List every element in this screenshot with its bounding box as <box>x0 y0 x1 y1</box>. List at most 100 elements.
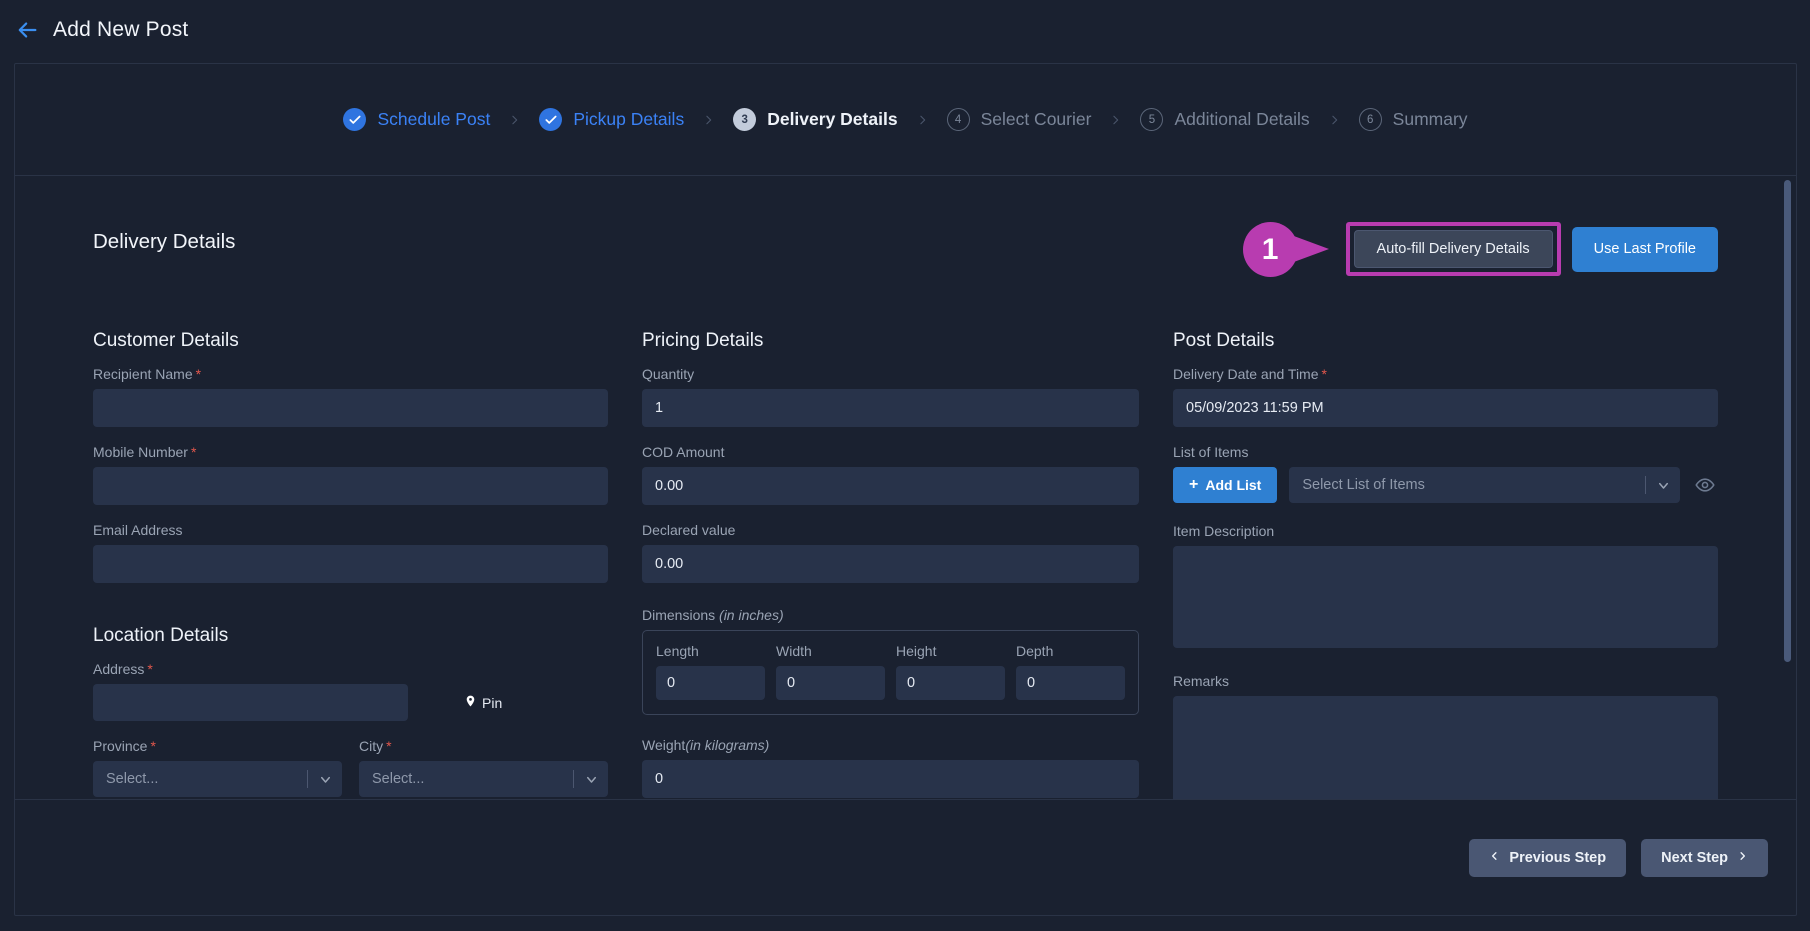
field-remarks: Remarks <box>1173 673 1718 799</box>
dimension-depth: Depth <box>1016 643 1125 700</box>
next-step-button[interactable]: Next Step <box>1641 839 1768 877</box>
step-label: Schedule Post <box>377 109 491 129</box>
list-of-items-row: + Add List Select List of Items <box>1173 467 1718 503</box>
required-marker: * <box>150 738 156 754</box>
height-label: Height <box>896 643 937 659</box>
delivery-datetime-label: Delivery Date and Time * <box>1173 366 1327 382</box>
declared-value-input[interactable] <box>642 545 1139 583</box>
step-summary[interactable]: 6 Summary <box>1358 108 1468 131</box>
city-select[interactable]: Select... <box>359 761 608 797</box>
delivery-datetime-input[interactable] <box>1173 389 1718 427</box>
step-delivery-details[interactable]: 3 Delivery Details <box>733 108 898 131</box>
recipient-name-input[interactable] <box>93 389 608 427</box>
check-circle-icon <box>343 108 367 131</box>
field-weight: Weight(in kilograms) <box>642 737 1139 798</box>
step-label: Summary <box>1392 109 1468 129</box>
form-content: Delivery Details 1 Auto-fill Delivery De… <box>15 176 1796 799</box>
cod-amount-input[interactable] <box>642 467 1139 505</box>
field-recipient-name: Recipient Name * <box>93 366 608 427</box>
width-input[interactable] <box>776 666 885 700</box>
step-schedule-post[interactable]: Schedule Post <box>343 108 490 131</box>
wizard-footer: Previous Step Next Step <box>15 800 1796 915</box>
field-dimensions: Dimensions (in inches) Length Width <box>642 607 1139 715</box>
step-label: Additional Details <box>1174 109 1310 129</box>
field-mobile-number: Mobile Number * <box>93 444 608 505</box>
length-input[interactable] <box>656 666 765 700</box>
form-columns: Customer Details Recipient Name * Mobile … <box>93 330 1718 799</box>
eye-icon[interactable] <box>1692 472 1718 498</box>
callout-marker: 1 <box>1242 220 1339 278</box>
chevron-right-icon <box>1109 111 1122 129</box>
dimension-height: Height <box>896 643 1005 700</box>
chevron-right-icon <box>1328 111 1341 129</box>
quantity-input[interactable] <box>642 389 1139 427</box>
field-declared-value: Declared value <box>642 522 1139 583</box>
section-heading: Delivery Details <box>93 230 236 253</box>
add-list-label: Add List <box>1205 477 1262 493</box>
item-description-textarea[interactable] <box>1173 546 1718 648</box>
dimensions-group: Length Width Height <box>642 630 1139 715</box>
chevron-right-icon <box>702 111 715 129</box>
post-details-heading: Post Details <box>1173 330 1275 351</box>
chevron-down-icon <box>308 772 342 787</box>
back-arrow-icon[interactable] <box>14 16 42 44</box>
mobile-number-label: Mobile Number * <box>93 444 197 460</box>
depth-input[interactable] <box>1016 666 1125 700</box>
required-marker: * <box>1321 366 1327 382</box>
add-list-button[interactable]: + Add List <box>1173 467 1278 503</box>
city-label: City * <box>359 738 392 754</box>
use-last-profile-button[interactable]: Use Last Profile <box>1571 226 1718 272</box>
post-details-column: Post Details Delivery Date and Time* Lis… <box>1173 330 1718 799</box>
select-list-of-items-dropdown[interactable]: Select List of Items <box>1289 467 1680 503</box>
step-label: Pickup Details <box>573 109 685 129</box>
map-pin-icon <box>464 693 477 712</box>
step-pickup-details[interactable]: Pickup Details <box>539 108 684 131</box>
depth-label: Depth <box>1016 643 1054 659</box>
step-select-courier[interactable]: 4 Select Courier <box>946 108 1091 131</box>
mobile-number-input[interactable] <box>93 467 608 505</box>
scrollbar-thumb[interactable] <box>1784 180 1791 662</box>
required-marker: * <box>195 366 202 382</box>
province-select[interactable]: Select... <box>93 761 342 797</box>
step-additional-details[interactable]: 5 Additional Details <box>1140 108 1310 131</box>
width-label: Width <box>776 643 812 659</box>
field-cod-amount: COD Amount <box>642 444 1139 505</box>
content-scrollbar[interactable] <box>1784 180 1791 796</box>
select-list-placeholder: Select List of Items <box>1302 477 1425 493</box>
city-selected-value: Select... <box>372 771 425 787</box>
field-city: City * Select... <box>359 738 608 797</box>
pin-location-button[interactable]: Pin <box>464 693 502 712</box>
email-address-input[interactable] <box>93 545 608 583</box>
chevron-down-icon <box>1646 478 1680 493</box>
form-scroll-region: Delivery Details 1 Auto-fill Delivery De… <box>15 176 1796 800</box>
height-input[interactable] <box>896 666 1005 700</box>
pricing-details-heading: Pricing Details <box>642 330 764 351</box>
previous-step-button[interactable]: Previous Step <box>1469 839 1627 877</box>
wizard-panel: Schedule Post Pickup Details 3 Delivery … <box>14 63 1797 916</box>
field-address: Address * Pin <box>93 661 608 721</box>
field-province: Province * Select... <box>93 738 342 797</box>
declared-value-label: Declared value <box>642 522 736 538</box>
plus-icon: + <box>1189 476 1199 493</box>
item-description-label: Item Description <box>1173 523 1275 539</box>
wizard-stepper: Schedule Post Pickup Details 3 Delivery … <box>15 64 1796 176</box>
remarks-textarea[interactable] <box>1173 696 1718 799</box>
list-of-items-label: List of Items <box>1173 444 1249 460</box>
required-marker: * <box>190 444 197 460</box>
field-email-address: Email Address <box>93 522 608 583</box>
province-selected-value: Select... <box>106 771 159 787</box>
auto-fill-delivery-details-button[interactable]: Auto-fill Delivery Details <box>1353 230 1553 268</box>
header-actions: 1 Auto-fill Delivery Details Use Last Pr… <box>1242 220 1718 278</box>
chevron-left-icon <box>1489 849 1500 867</box>
required-marker: * <box>147 661 153 677</box>
weight-input[interactable] <box>642 760 1139 798</box>
next-step-label: Next Step <box>1661 850 1728 866</box>
address-input[interactable] <box>93 684 408 721</box>
page-title: Add New Post <box>53 17 189 41</box>
dimension-length: Length <box>656 643 765 700</box>
field-quantity: Quantity <box>642 366 1139 427</box>
chevron-down-icon <box>574 772 608 787</box>
customer-details-heading: Customer Details <box>93 330 239 351</box>
chevron-right-icon <box>1737 849 1748 867</box>
chevron-right-icon <box>916 111 929 129</box>
